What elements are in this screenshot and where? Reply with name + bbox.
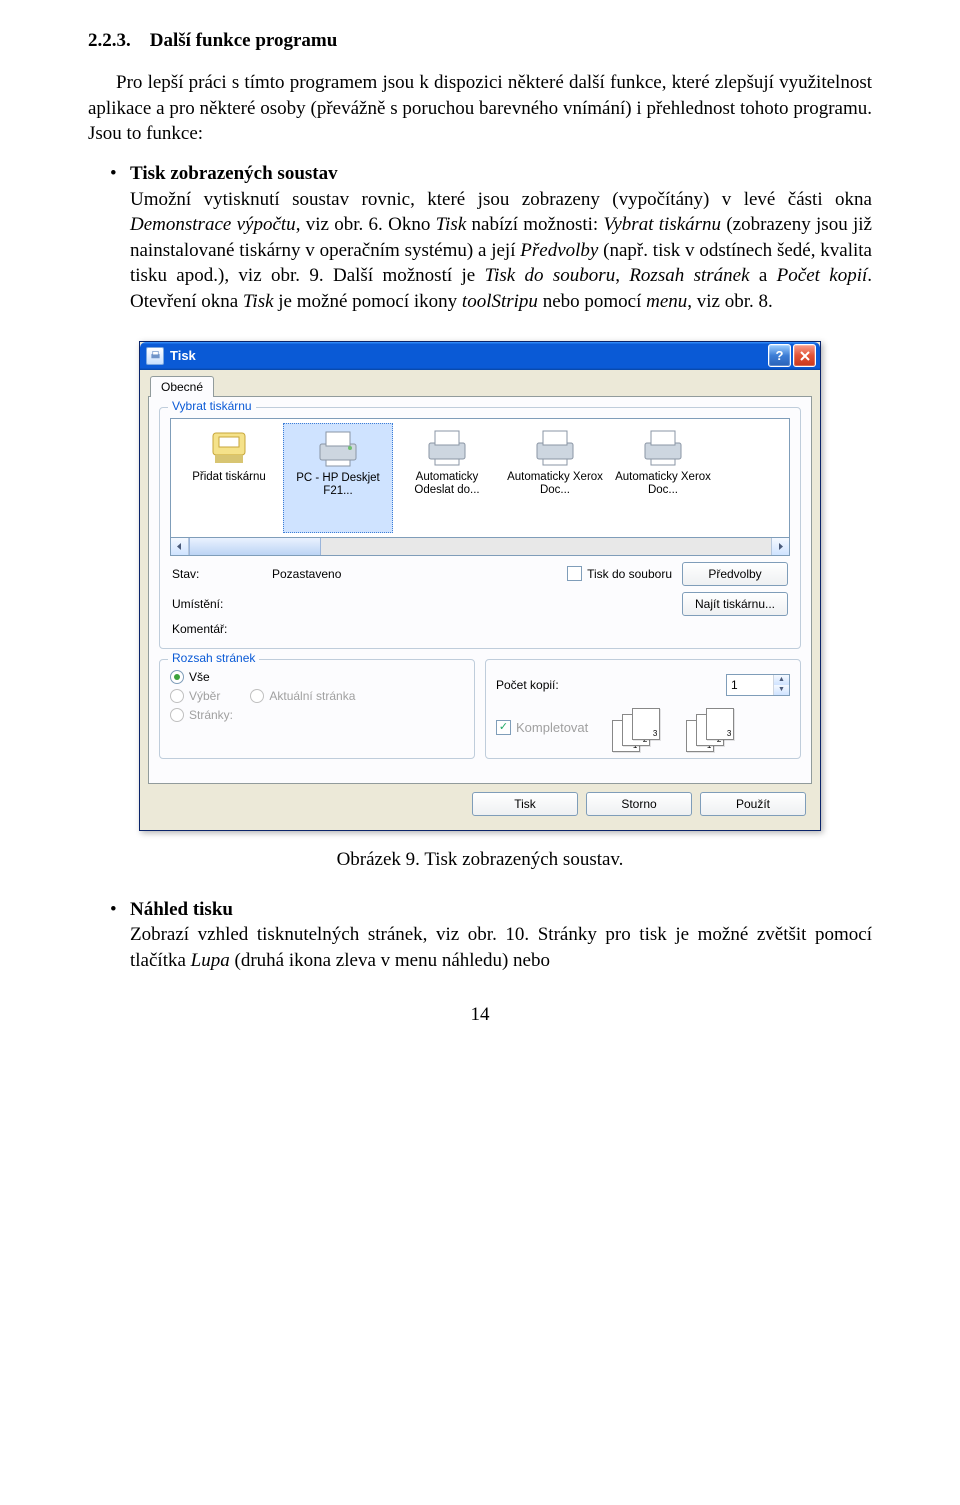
dialog-title: Tisk xyxy=(170,348,766,363)
group-title-range: Rozsah stránek xyxy=(168,651,259,665)
najit-tiskarnu-button[interactable]: Najít tiskárnu... xyxy=(682,592,788,616)
scroll-right-icon[interactable] xyxy=(771,538,789,555)
heading-title: Další funkce programu xyxy=(150,30,338,51)
radio-icon xyxy=(250,689,264,703)
heading-number: 2.2.3. xyxy=(88,30,131,51)
tab-obecne[interactable]: Obecné xyxy=(150,376,214,397)
radio-icon xyxy=(170,670,184,684)
print-dialog: Tisk ? Obecné Vybrat tiskárnu xyxy=(139,341,821,831)
printer-icon xyxy=(531,427,579,467)
scroll-thumb[interactable] xyxy=(189,538,321,555)
printer-auto-send[interactable]: Automaticky Odeslat do... xyxy=(393,423,501,533)
printer-xerox-2[interactable]: Automaticky Xerox Doc... xyxy=(609,423,717,533)
checkbox-icon xyxy=(567,566,582,581)
printer-icon xyxy=(146,347,164,365)
printer-icon xyxy=(639,427,687,467)
bullet-title: Náhled tisku xyxy=(130,899,233,920)
collate-icon: 1 2 3 xyxy=(686,708,742,748)
group-select-printer: Vybrat tiskárnu Přidat tiskárnu xyxy=(159,407,801,649)
copies-spinner[interactable]: 1 ▲ ▼ xyxy=(726,674,790,696)
group-page-range: Rozsah stránek Vše Výběr xyxy=(159,659,475,759)
kompletovat-checkbox: Kompletovat xyxy=(496,720,588,735)
bullet-tisk: Tisk zobrazených soustav Umožní vytisknu… xyxy=(130,161,872,315)
group-title-printer: Vybrat tiskárnu xyxy=(168,399,256,413)
printer-pc-hp[interactable]: PC - HP Deskjet F21... xyxy=(283,423,393,533)
radio-aktualni: Aktuální stránka xyxy=(250,689,355,703)
figure-caption: Obrázek 9. Tisk zobrazených soustav. xyxy=(88,849,872,871)
tisk-souboru-checkbox[interactable]: Tisk do souboru xyxy=(567,566,672,581)
printer-xerox-1[interactable]: Automaticky Xerox Doc... xyxy=(501,423,609,533)
tabstrip: Obecné xyxy=(148,375,812,397)
radio-icon xyxy=(170,708,184,722)
printer-icon xyxy=(314,428,362,468)
komentar-label: Komentář: xyxy=(172,622,262,636)
copies-value: 1 xyxy=(727,675,773,695)
radio-vse[interactable]: Vše xyxy=(170,670,464,684)
titlebar: Tisk ? xyxy=(140,342,820,370)
close-button[interactable] xyxy=(793,344,816,367)
stav-label: Stav: xyxy=(172,567,262,581)
pouzit-button[interactable]: Použít xyxy=(700,792,806,816)
checkbox-icon xyxy=(496,720,511,735)
collate-icon: 1 2 3 xyxy=(612,708,668,748)
copies-label: Počet kopií: xyxy=(496,678,559,692)
help-button[interactable]: ? xyxy=(768,344,791,367)
bullet-nahled: Náhled tisku Zobrazí vzhled tisknutelnýc… xyxy=(130,897,872,974)
page-number: 14 xyxy=(88,1004,872,1026)
predvolby-button[interactable]: Předvolby xyxy=(682,562,788,586)
printer-add[interactable]: Přidat tiskárnu xyxy=(175,423,283,533)
radio-vyber: Výběr xyxy=(170,689,220,703)
h-scrollbar[interactable] xyxy=(170,538,790,556)
stav-value: Pozastaveno xyxy=(272,567,557,581)
tisk-button[interactable]: Tisk xyxy=(472,792,578,816)
printer-list[interactable]: Přidat tiskárnu PC - HP Deskjet F21... xyxy=(170,418,790,538)
bullet-title: Tisk zobrazených soustav xyxy=(130,163,338,184)
spin-up-icon[interactable]: ▲ xyxy=(774,675,789,685)
group-copies: Počet kopií: 1 ▲ ▼ xyxy=(485,659,801,759)
section-heading: 2.2.3. Další funkce programu xyxy=(88,30,872,52)
storno-button[interactable]: Storno xyxy=(586,792,692,816)
radio-stranky: Stránky: xyxy=(170,708,464,722)
umisteni-label: Umístění: xyxy=(172,597,262,611)
add-printer-icon xyxy=(205,427,253,467)
spin-down-icon[interactable]: ▼ xyxy=(774,685,789,695)
radio-icon xyxy=(170,689,184,703)
scroll-left-icon[interactable] xyxy=(171,538,189,555)
intro-paragraph: Pro lepší práci s tímto programem jsou k… xyxy=(88,70,872,147)
printer-icon xyxy=(423,427,471,467)
